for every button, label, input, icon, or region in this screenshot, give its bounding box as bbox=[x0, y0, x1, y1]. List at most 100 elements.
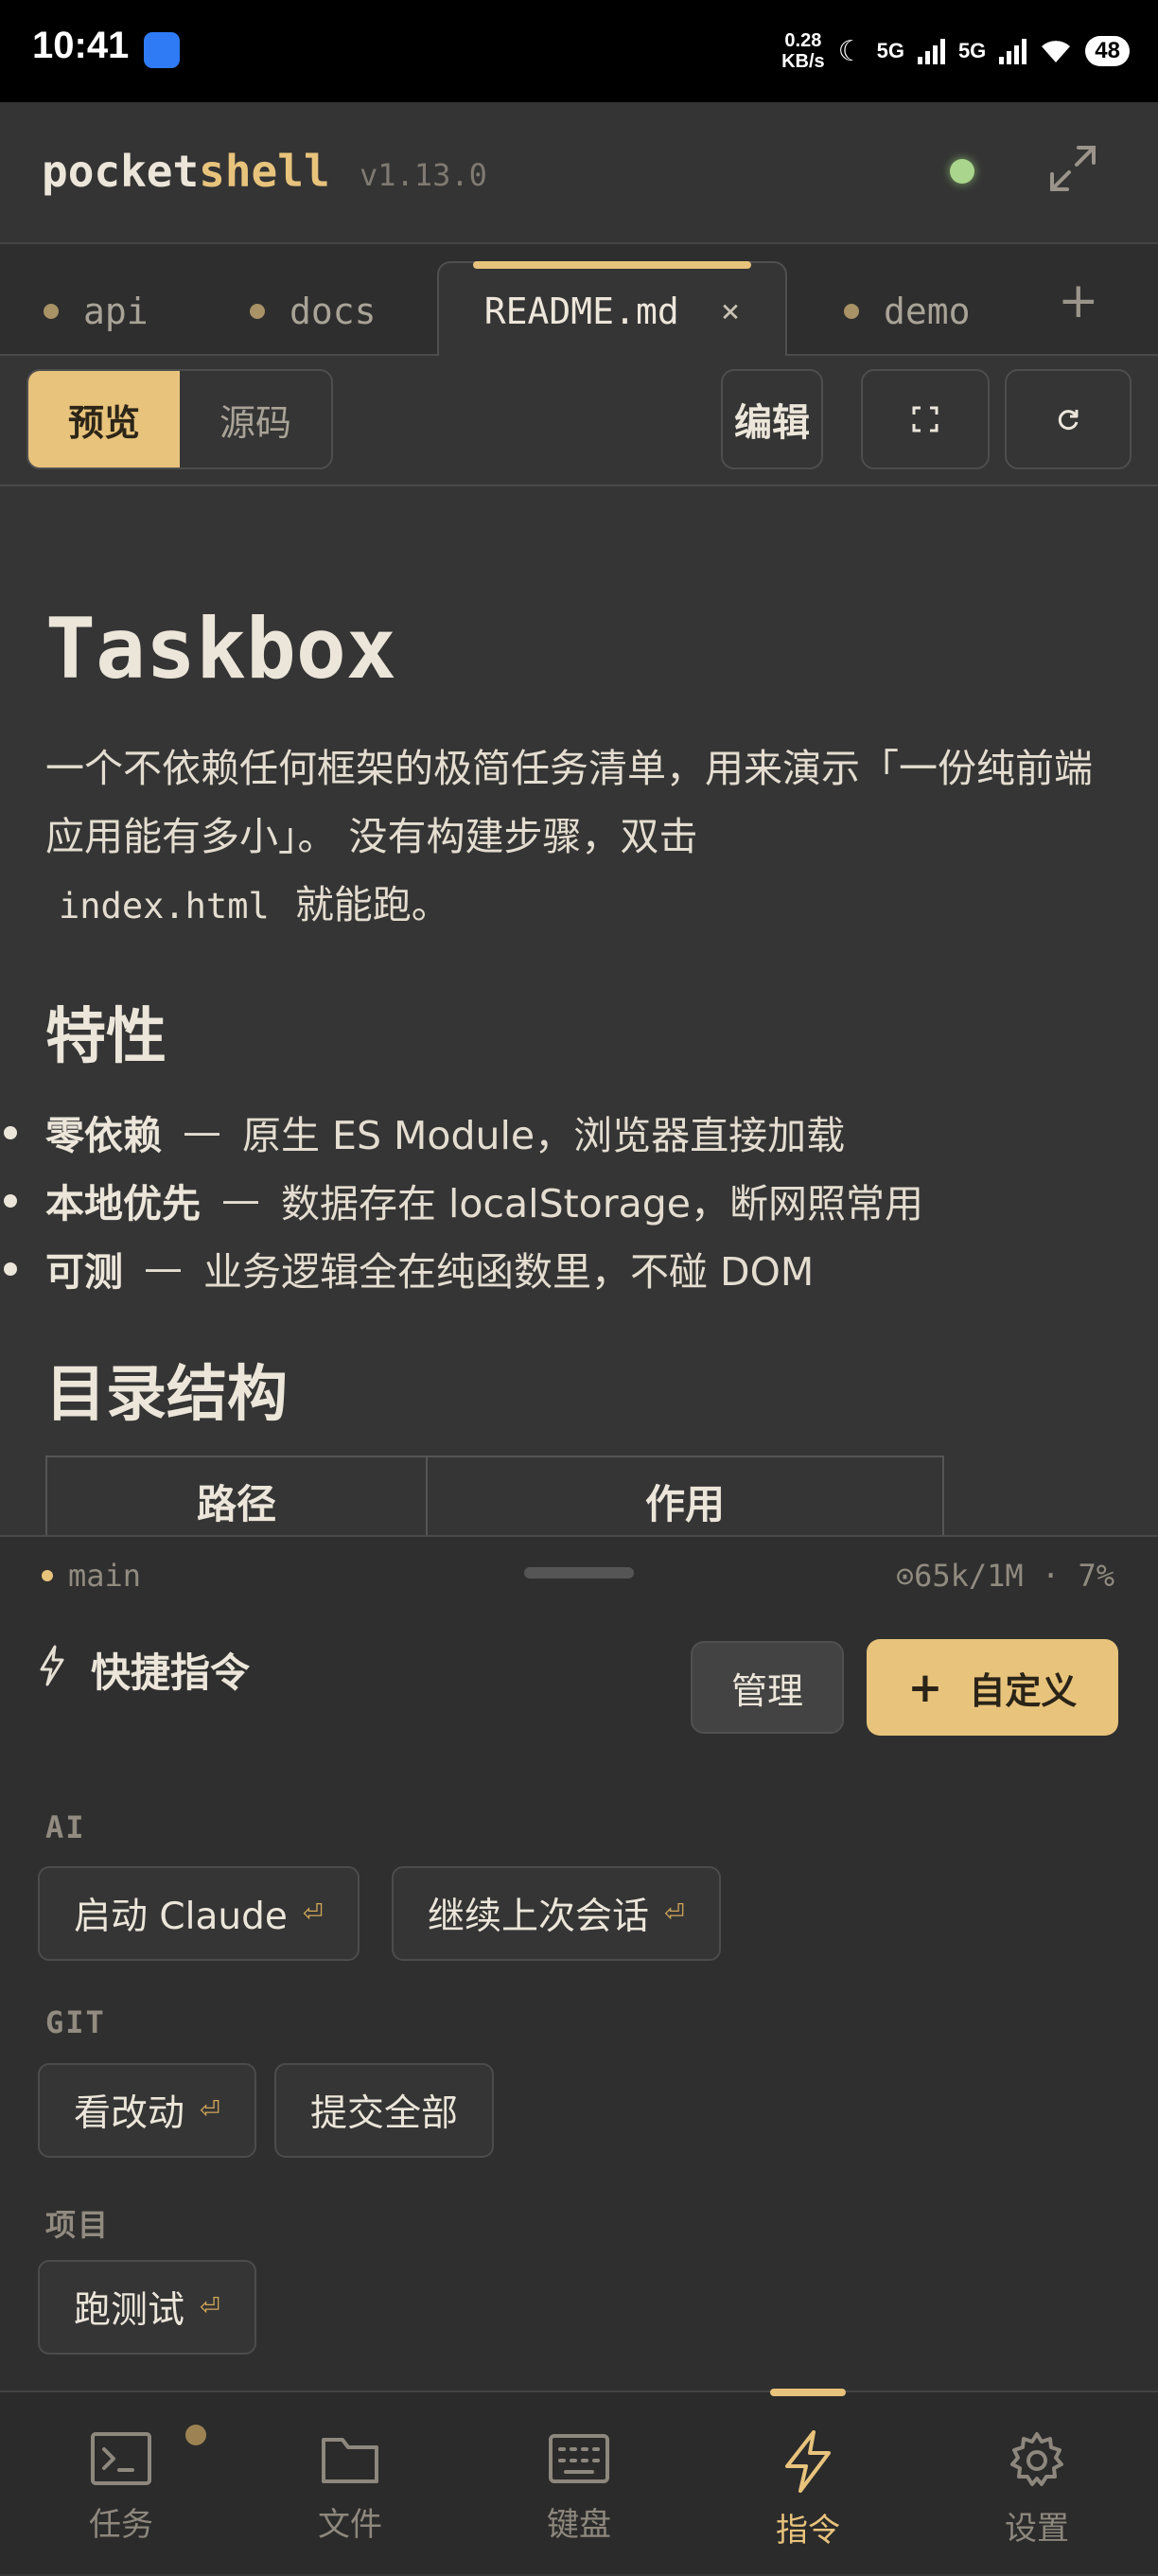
network-type-1: 5G bbox=[876, 39, 904, 62]
corners-icon bbox=[912, 406, 939, 432]
system-status-bar: 10:41 0.28 KB/s ☾ 5G 5G 48 bbox=[0, 0, 1158, 102]
nav-tasks[interactable]: 任务 bbox=[6, 2392, 237, 2576]
nav-settings[interactable]: 设置 bbox=[921, 2392, 1152, 2576]
command-label: 看改动 bbox=[74, 2092, 185, 2135]
enter-icon: ⏎ bbox=[200, 2096, 220, 2125]
list-item: 零依赖 — 原生 ES Module，浏览器直接加载 bbox=[0, 1098, 1158, 1166]
enter-icon: ⏎ bbox=[664, 1899, 685, 1928]
panel-title-text: 快捷指令 bbox=[91, 1650, 251, 1696]
group-label-git: GIT bbox=[45, 2004, 106, 2040]
network-speed: 0.28 KB/s bbox=[781, 30, 825, 72]
feature-dash: — bbox=[144, 1245, 183, 1291]
token-usage: ⊙65k/1M · 7% bbox=[895, 1558, 1114, 1594]
tab-dot bbox=[44, 304, 59, 319]
feature-dash: — bbox=[183, 1109, 221, 1155]
quick-commands-panel: main ⊙65k/1M · 7% 快捷指令 管理 + 自定义 AI 启动 Cla… bbox=[0, 1535, 1158, 2391]
tab-label: api bbox=[83, 291, 149, 332]
table-header-purpose: 作用 bbox=[426, 1456, 944, 1535]
command-label: 跑测试 bbox=[74, 2289, 185, 2332]
inline-code: index.html bbox=[59, 886, 270, 926]
connection-status-dot bbox=[950, 159, 974, 184]
intro-text-end: 就能跑。 bbox=[294, 882, 450, 927]
command-run-tests[interactable]: 跑测试 ⏎ bbox=[38, 2260, 256, 2355]
tab-readme[interactable]: README.md × bbox=[437, 261, 787, 360]
structure-heading: 目录结构 bbox=[45, 1360, 288, 1430]
tab-label: docs bbox=[290, 291, 377, 332]
folder-icon bbox=[322, 2438, 378, 2483]
do-not-disturb-icon: ☾ bbox=[837, 35, 864, 67]
feature-text: 业务逻辑全在纯函数里，不碰 DOM bbox=[203, 1249, 815, 1295]
nav-label: 文件 bbox=[318, 2506, 382, 2544]
focus-view-button[interactable] bbox=[861, 369, 990, 469]
feature-text: 原生 ES Module，浏览器直接加载 bbox=[242, 1113, 846, 1158]
feature-dash: — bbox=[221, 1177, 260, 1223]
command-view-changes[interactable]: 看改动 ⏎ bbox=[38, 2063, 256, 2158]
expand-icon bbox=[1050, 146, 1096, 191]
command-start-claude[interactable]: 启动 Claude ⏎ bbox=[38, 1866, 360, 1961]
edit-button[interactable]: 编辑 bbox=[721, 369, 823, 469]
git-branch: main bbox=[42, 1558, 141, 1594]
manage-button[interactable]: 管理 bbox=[691, 1641, 844, 1734]
network-type-2: 5G bbox=[957, 39, 987, 62]
command-continue-session[interactable]: 继续上次会话 ⏎ bbox=[392, 1866, 721, 1961]
add-tab-button[interactable]: + bbox=[1058, 273, 1099, 329]
battery-level: 48 bbox=[1085, 36, 1130, 66]
plus-icon: + bbox=[907, 1663, 943, 1712]
enter-icon: ⏎ bbox=[302, 1899, 324, 1928]
tab-dot bbox=[844, 304, 859, 319]
feature-text: 数据存在 localStorage，断网照常用 bbox=[281, 1181, 923, 1226]
tab-api[interactable]: api bbox=[44, 265, 149, 358]
features-list: 零依赖 — 原生 ES Module，浏览器直接加载 本地优先 — 数据存在 local… bbox=[0, 1098, 1158, 1302]
refresh-icon bbox=[1058, 410, 1079, 431]
branch-dot bbox=[42, 1570, 53, 1581]
view-mode-toggle: 预览 源码 bbox=[26, 369, 333, 469]
custom-label: 自定义 bbox=[969, 1669, 1078, 1712]
markdown-preview[interactable]: Taskbox 一个不依赖任何框架的极简任务清单，用来演示「一份纯前端应用能有多… bbox=[0, 486, 1158, 1535]
tab-label: demo bbox=[884, 291, 971, 332]
lightning-icon bbox=[38, 1645, 66, 1696]
file-tabs: api docs README.md × demo + bbox=[0, 242, 1158, 360]
network-speed-value: 0.28 bbox=[784, 30, 822, 51]
preview-mode-button[interactable]: 预览 bbox=[28, 371, 180, 468]
command-commit-all[interactable]: 提交全部 bbox=[274, 2063, 495, 2158]
network-speed-unit: KB/s bbox=[781, 51, 825, 72]
doc-intro: 一个不依赖任何框架的极简任务清单，用来演示「一份纯前端应用能有多小」。 没有构建… bbox=[45, 734, 1124, 941]
keyboard-icon bbox=[549, 2434, 609, 2483]
custom-command-button[interactable]: + 自定义 bbox=[867, 1639, 1118, 1736]
features-heading: 特性 bbox=[45, 1002, 167, 1072]
list-item: 可测 — 业务逻辑全在纯函数里，不碰 DOM bbox=[0, 1234, 1158, 1302]
nav-commands[interactable]: 指令 bbox=[693, 2389, 923, 2576]
lightning-icon bbox=[785, 2430, 831, 2493]
view-toolbar: 预览 源码 编辑 bbox=[0, 356, 1158, 486]
app-logo: pocketshell bbox=[42, 146, 330, 197]
status-indicators: 0.28 KB/s ☾ 5G 5G 48 bbox=[781, 23, 1130, 79]
gear-icon bbox=[1010, 2432, 1063, 2486]
tab-docs[interactable]: docs bbox=[250, 265, 377, 358]
clock: 10:41 bbox=[32, 25, 130, 66]
branch-name: main bbox=[68, 1558, 142, 1594]
doc-title: Taskbox bbox=[45, 600, 396, 697]
structure-table: 路径 作用 bbox=[45, 1456, 944, 1535]
refresh-button[interactable] bbox=[1005, 369, 1132, 469]
nav-label: 设置 bbox=[1005, 2510, 1069, 2548]
tab-dot bbox=[250, 304, 265, 319]
wifi-icon bbox=[1042, 41, 1071, 62]
feature-name: 零依赖 bbox=[45, 1113, 162, 1158]
tab-label: README.md bbox=[483, 291, 679, 332]
tab-demo[interactable]: demo bbox=[844, 265, 971, 358]
nav-files[interactable]: 文件 bbox=[235, 2392, 465, 2576]
drag-handle[interactable] bbox=[524, 1567, 634, 1579]
intro-text: 一个不依赖任何框架的极简任务清单，用来演示「一份纯前端应用能有多小」。 没有构建… bbox=[45, 746, 1093, 859]
bottom-navigation: 任务 文件 键盘 指令 设置 bbox=[0, 2389, 1158, 2576]
nav-keyboard[interactable]: 键盘 bbox=[464, 2392, 694, 2576]
nav-label: 键盘 bbox=[547, 2506, 611, 2544]
notification-dot bbox=[185, 2425, 206, 2445]
source-mode-button[interactable]: 源码 bbox=[180, 371, 331, 468]
signal-icon bbox=[917, 38, 945, 64]
command-label: 继续上次会话 bbox=[428, 1896, 650, 1938]
brand-part-2: shell bbox=[199, 146, 330, 197]
close-tab-icon[interactable]: × bbox=[721, 292, 740, 330]
fullscreen-button[interactable] bbox=[1044, 140, 1101, 197]
nav-label: 指令 bbox=[776, 2512, 840, 2550]
version-label: v1.13.0 bbox=[360, 157, 487, 193]
